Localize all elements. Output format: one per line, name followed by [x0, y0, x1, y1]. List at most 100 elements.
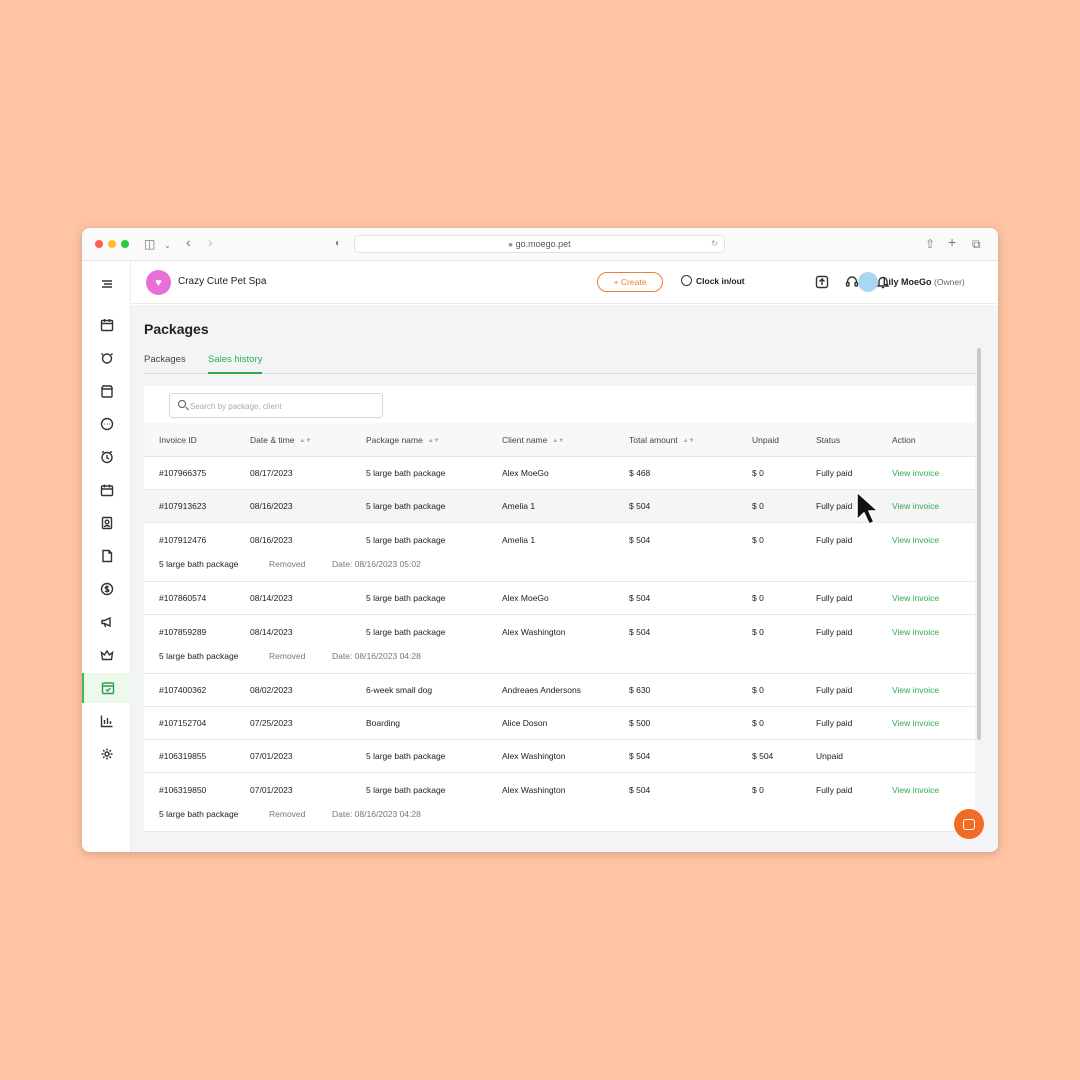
pet-icon: [100, 353, 113, 364]
sidebar-toggle-icon[interactable]: ◫: [144, 236, 155, 252]
search-input[interactable]: [190, 398, 375, 414]
new-tab-icon[interactable]: +: [948, 234, 956, 250]
sidebar-item-payments[interactable]: [82, 574, 131, 604]
table-row: #106319855 07/01/2023 5 large bath package…: [144, 740, 975, 773]
cell-status: Fully paid: [816, 685, 853, 695]
clock-label: Clock in/out: [696, 275, 745, 286]
view-invoice-link[interactable]: View invoice: [892, 718, 939, 728]
shield-icon[interactable]: ◐: [335, 236, 341, 252]
cell-client: Alex Washington: [502, 751, 566, 761]
view-invoice-link[interactable]: View invoice: [892, 501, 939, 511]
user-menu[interactable]: Lily MoeGo (Owner): [883, 277, 965, 287]
sidebar-item-settings[interactable]: [82, 739, 131, 769]
search-icon: [178, 400, 186, 408]
detail-status: Removed: [269, 559, 306, 569]
cell-date: 08/16/2023: [250, 535, 293, 545]
column-header-date[interactable]: Date & time ▲▼: [250, 435, 311, 445]
page-title: Packages: [144, 321, 209, 337]
column-header-package-name[interactable]: Package name ▲▼: [366, 435, 440, 445]
sort-icon[interactable]: ▲▼: [428, 438, 440, 444]
cell-status: Fully paid: [816, 593, 853, 603]
cell-id: #107860574: [159, 593, 207, 603]
search-box[interactable]: [169, 393, 383, 418]
view-invoice-link[interactable]: View invoice: [892, 685, 939, 695]
detail-date: Date: 08/16/2023 04:28: [332, 651, 421, 661]
table-row: #107400362 08/02/2023 6-week small dog Andr…: [144, 674, 975, 707]
clock-icon: [681, 275, 692, 286]
cell-unpaid: $ 0: [752, 501, 764, 511]
tab-packages[interactable]: Packages: [144, 354, 186, 374]
reload-icon[interactable]: ↻: [711, 236, 718, 252]
view-invoice-link[interactable]: View invoice: [892, 593, 939, 603]
maximize-window-button[interactable]: [121, 240, 129, 248]
column-header-client-name[interactable]: Client name ▲▼: [502, 435, 564, 445]
clock-in-out-button[interactable]: Clock in/out: [681, 275, 745, 286]
sidebar-item-shop[interactable]: [82, 376, 131, 406]
chat-support-button[interactable]: [954, 809, 984, 839]
address-bar[interactable]: ■ go.moego.pet ↻: [354, 235, 725, 253]
sidebar-item-insights[interactable]: [82, 706, 131, 736]
cell-total: $ 504: [629, 593, 651, 603]
cell-unpaid: $ 0: [752, 685, 764, 695]
sidebar-item-staff[interactable]: [82, 508, 131, 538]
headset-icon[interactable]: [845, 275, 859, 289]
minimize-window-button[interactable]: [108, 240, 116, 248]
app-header: ♥ Crazy Cute Pet Spa + Create Clock in/o…: [131, 261, 998, 304]
cell-id: #107859289: [159, 627, 207, 637]
user-avatar[interactable]: [858, 272, 878, 292]
cell-status: Fully paid: [816, 501, 853, 511]
cell-package: 5 large bath package: [366, 785, 446, 795]
sort-icon[interactable]: ▲▼: [683, 438, 695, 444]
sidebar-item-pets[interactable]: [82, 343, 131, 373]
cell-date: 07/01/2023: [250, 751, 293, 761]
business-name[interactable]: Crazy Cute Pet Spa: [178, 276, 266, 287]
sidebar-item-marketing[interactable]: [82, 607, 131, 637]
back-icon[interactable]: ‹: [186, 234, 191, 250]
browser-window: ◫ ⌄ ‹ › ◐ ■ go.moego.pet ↻ ⇧ + ⧉ ♥ Crazy…: [82, 228, 998, 852]
sidebar-item-membership[interactable]: [82, 640, 131, 670]
create-button[interactable]: + Create: [597, 272, 663, 292]
reminder-icon: [100, 450, 113, 464]
cell-total: $ 504: [629, 751, 651, 761]
sidebar-item-reminders[interactable]: [82, 442, 131, 472]
cell-date: 08/14/2023: [250, 593, 293, 603]
cell-unpaid: $ 0: [752, 785, 764, 795]
insights-icon: [100, 715, 112, 728]
sort-icon[interactable]: ▲▼: [552, 438, 564, 444]
sidebar-item-messages[interactable]: [82, 409, 131, 439]
cell-date: 07/01/2023: [250, 785, 293, 795]
sidebar-item-packages[interactable]: [82, 673, 131, 703]
sidebar-item-reports[interactable]: [82, 541, 131, 571]
tab-sales-history[interactable]: Sales history: [208, 354, 263, 374]
sidebar-item-calendar[interactable]: [82, 310, 131, 340]
cell-id: #107400362: [159, 685, 207, 695]
cell-status: Fully paid: [816, 718, 853, 728]
upload-icon[interactable]: [815, 275, 829, 289]
cell-package: 5 large bath package: [366, 501, 446, 511]
detail-date: Date: 08/16/2023 05:02: [332, 559, 421, 569]
forward-icon[interactable]: ›: [208, 234, 213, 250]
view-invoice-link[interactable]: View invoice: [892, 468, 939, 478]
view-invoice-link[interactable]: View invoice: [892, 785, 939, 795]
table-header: Invoice ID Date & time ▲▼ Package name ▲▼ …: [144, 423, 975, 457]
cell-total: $ 630: [629, 685, 651, 695]
cell-date: 08/14/2023: [250, 627, 293, 637]
view-invoice-link[interactable]: View invoice: [892, 627, 939, 637]
cell-unpaid: $ 0: [752, 593, 764, 603]
tabs-overview-icon[interactable]: ⧉: [972, 236, 981, 252]
table-row: #107966375 08/17/2023 5 large bath package…: [144, 457, 975, 490]
sidebar-item-booking[interactable]: [82, 475, 131, 505]
main-content: Packages Packages Sales history Invoice …: [131, 305, 998, 852]
table-row: #107860574 08/14/2023 5 large bath package…: [144, 582, 975, 615]
business-avatar[interactable]: ♥: [146, 270, 171, 295]
sidebar-item-menu[interactable]: [82, 269, 131, 299]
view-invoice-link[interactable]: View invoice: [892, 535, 939, 545]
cell-id: #107912476: [159, 535, 207, 545]
cell-id: #106319855: [159, 751, 207, 761]
close-window-button[interactable]: [95, 240, 103, 248]
column-header-total-amount[interactable]: Total amount ▲▼: [629, 435, 695, 445]
sort-icon[interactable]: ▲▼: [299, 438, 311, 444]
scrollbar[interactable]: [977, 348, 981, 740]
chevron-down-icon[interactable]: ⌄: [164, 238, 171, 254]
share-icon[interactable]: ⇧: [925, 236, 935, 252]
